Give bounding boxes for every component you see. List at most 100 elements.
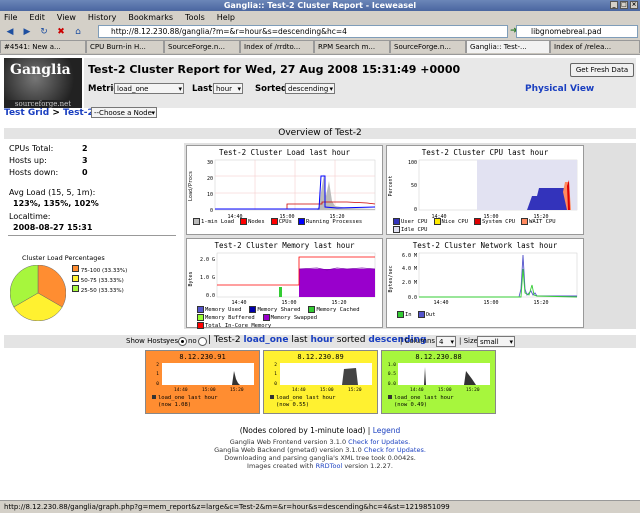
hosts-down-label: Hosts down: (9, 168, 59, 177)
tab-5[interactable]: RPM Search m... (314, 40, 390, 53)
cpu-graph-legend: User CPU Nice CPU System CPU WAIT CPU Id… (393, 218, 581, 233)
memory-graph-legend: Memory Used Memory Shared Memory Cached … (197, 306, 381, 329)
tab-3[interactable]: SourceForge.n... (164, 40, 240, 53)
tab-8[interactable]: Index of /relea... (550, 40, 640, 53)
back-icon[interactable]: ◀ (3, 25, 17, 38)
show-hosts-no-radio[interactable] (198, 337, 207, 346)
metric-select[interactable]: load_one (114, 83, 184, 95)
host-metric-now: (now 0.49) (394, 402, 428, 408)
ganglia-logo[interactable]: Ganglia sourceforge.net (4, 58, 82, 108)
cluster-load-graph[interactable]: Test-2 Cluster Load last hour Load/Procs… (186, 145, 383, 235)
svg-text:Bytes/sec: Bytes/sec (388, 265, 394, 292)
tab-1[interactable]: #4541: New a... (0, 40, 86, 53)
tab-6[interactable]: SourceForge.n... (390, 40, 466, 53)
window-title-bar: Ganglia:: Test-2 Cluster Report - Icewea… (0, 0, 640, 11)
svg-text:Percent: Percent (388, 175, 394, 196)
cpus-total-label: CPUs Total: (9, 144, 54, 153)
svg-text:0: 0 (274, 381, 277, 387)
show-hosts-yes-radio[interactable] (178, 337, 187, 346)
get-fresh-data-button[interactable]: Get Fresh Data (570, 63, 634, 77)
breadcrumb-cluster-link[interactable]: Test-2 (63, 108, 94, 118)
host-card-8.12.230.91[interactable]: 8.12.230.91 2 1 0 14:40 15:00 15:20 load… (145, 350, 260, 414)
reload-icon[interactable]: ↻ (37, 25, 51, 38)
menu-history[interactable]: History (88, 13, 116, 22)
sorted-label: Sorted (255, 84, 288, 94)
localtime-value: 2008-08-27 15:31 (13, 223, 93, 232)
legend-link[interactable]: Legend (373, 426, 401, 435)
menu-bookmarks[interactable]: Bookmarks (128, 13, 173, 22)
menu-view[interactable]: View (57, 13, 76, 22)
node-select[interactable]: --Choose a Node (91, 107, 157, 119)
svg-text:2: 2 (156, 362, 159, 368)
svg-text:4.0 M: 4.0 M (402, 266, 417, 272)
range-select[interactable]: hour (213, 83, 243, 95)
svg-text:15:20: 15:20 (348, 387, 362, 393)
footer-timing: Downloading and parsing ganglia's XML tr… (224, 454, 416, 462)
svg-text:2: 2 (274, 362, 277, 368)
breadcrumb-grid-link[interactable]: Test Grid (4, 108, 49, 118)
window-title: Ganglia:: Test-2 Cluster Report - Icewea… (223, 1, 417, 10)
tab-4[interactable]: Index of /rrdto... (240, 40, 314, 53)
svg-text:14:40: 14:40 (410, 387, 424, 393)
svg-text:0.0: 0.0 (206, 293, 215, 299)
svg-text:15:20: 15:20 (533, 300, 548, 306)
svg-text:2.0 M: 2.0 M (402, 280, 417, 286)
physical-view-link[interactable]: Physical View (525, 84, 594, 94)
pie-legend: 75-100 (33.33%) 50-75 (33.33%) 25-50 (33… (72, 265, 127, 295)
page-title: Test-2 Cluster Report for Wed, 27 Aug 20… (88, 63, 461, 76)
load-graph-legend: 1-min Load Nodes CPUs Running Processes (193, 218, 362, 225)
search-input[interactable]: libgnomebreal.pad (516, 25, 638, 38)
forward-icon[interactable]: ▶ (20, 25, 34, 38)
cluster-cpu-graph[interactable]: Test-2 Cluster CPU last hour Percent 100… (386, 145, 584, 235)
host-name: 8.12.230.91 (179, 353, 226, 361)
rrdtool-link[interactable]: RRDTool (316, 462, 343, 470)
svg-text:15:00: 15:00 (483, 300, 498, 306)
columns-select[interactable]: 4 (436, 336, 456, 348)
svg-text:14:40: 14:40 (433, 300, 448, 306)
svg-text:15:20: 15:20 (466, 387, 480, 393)
home-icon[interactable]: ⌂ (71, 25, 85, 38)
url-bar[interactable]: http://8.12.230.88/ganglia/?m=&r=hour&s=… (98, 25, 508, 38)
svg-text:2.0 G: 2.0 G (200, 257, 215, 263)
divider (8, 235, 176, 236)
tab-2[interactable]: CPU Burn-in H... (86, 40, 164, 53)
cluster-memory-graph[interactable]: Test-2 Cluster Memory last hour Bytes 2.… (186, 238, 383, 329)
close-icon[interactable]: × (630, 1, 638, 9)
last-label: Last (192, 84, 213, 94)
pie-legend-item: 25-50 (33.33%) (72, 285, 127, 295)
host-card-8.12.230.88[interactable]: 8.12.230.88 1.0 0.5 0.0 14:40 15:00 15:2… (381, 350, 496, 414)
pie-legend-item: 75-100 (33.33%) (72, 265, 127, 275)
menu-bar: File Edit View History Bookmarks Tools H… (0, 11, 640, 23)
svg-text:6.0 M: 6.0 M (402, 253, 417, 259)
hosts-up-value: 3 (82, 156, 88, 165)
menu-help[interactable]: Help (217, 13, 235, 22)
svg-text:1: 1 (274, 371, 277, 377)
overview-title: Overview of Test-2 (4, 128, 636, 139)
svg-text:0: 0 (210, 208, 213, 214)
avg-load-label: Avg Load (15, 5, 1m): (9, 188, 96, 197)
sort-select[interactable]: descending (285, 83, 335, 95)
host-card-8.12.230.89[interactable]: 8.12.230.89 2 1 0 14:40 15:00 15:20 load… (263, 350, 378, 414)
svg-text:15:00: 15:00 (320, 387, 334, 393)
menu-edit[interactable]: Edit (29, 13, 45, 22)
svg-text:0.5: 0.5 (388, 371, 396, 377)
svg-text:1.0: 1.0 (388, 362, 396, 368)
maximize-icon[interactable]: □ (620, 1, 628, 9)
svg-text:100: 100 (408, 160, 417, 166)
check-updates-link-frontend[interactable]: Check for Updates. (348, 438, 410, 446)
hosts-down-value: 0 (82, 168, 88, 177)
svg-text:Load/Procs: Load/Procs (188, 171, 194, 201)
minimize-icon[interactable]: _ (610, 1, 618, 9)
stop-icon[interactable]: ✖ (54, 25, 68, 38)
menu-tools[interactable]: Tools (185, 13, 205, 22)
breadcrumb: Test Grid > Test-2 > (4, 108, 104, 118)
svg-text:15:20: 15:20 (230, 387, 244, 393)
check-updates-link-backend[interactable]: Check for Updates. (364, 446, 426, 454)
svg-text:20: 20 (207, 176, 213, 182)
menu-file[interactable]: File (4, 13, 17, 22)
cluster-network-graph[interactable]: Test-2 Cluster Network last hour Bytes/s… (386, 238, 584, 328)
hosts-summary: | Test-2 load_one last hour sorted desce… (208, 335, 427, 345)
cluster-load-pie (10, 265, 66, 321)
tab-7-active[interactable]: Ganglia:: Test-... (466, 40, 550, 53)
size-select[interactable]: small (477, 336, 515, 348)
